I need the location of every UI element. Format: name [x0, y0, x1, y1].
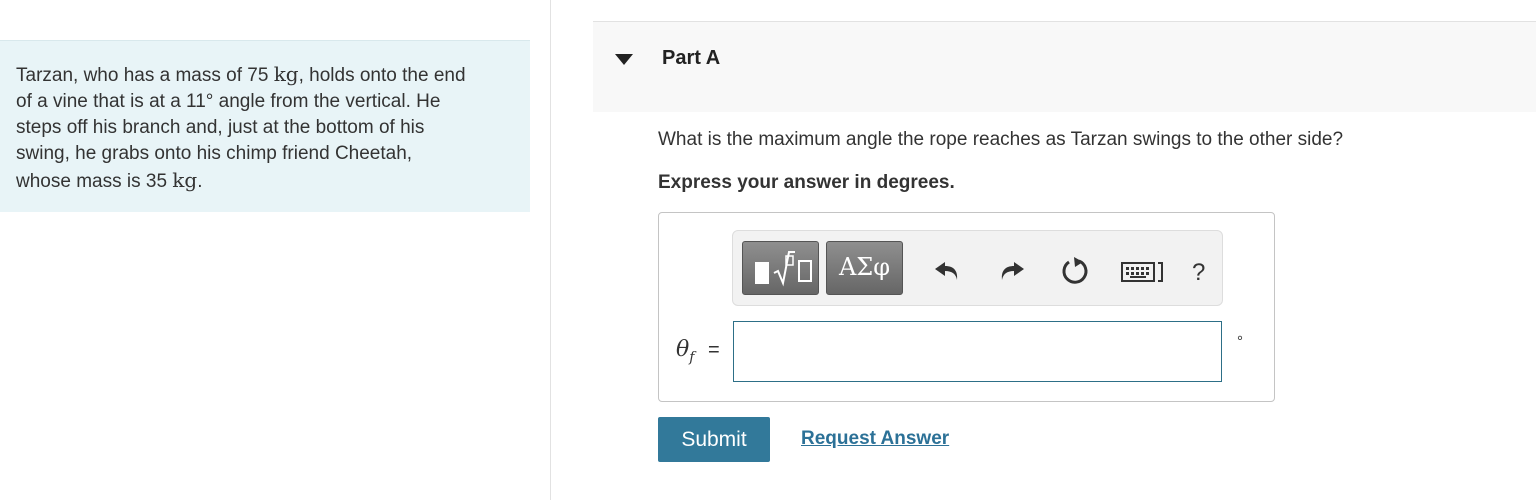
greek-symbols-icon: ΑΣφ: [838, 253, 891, 281]
answer-instruction: Express your answer in degrees.: [658, 172, 955, 193]
answer-box: ΑΣφ ? θf = °: [658, 212, 1275, 402]
question-text: What is the maximum angle the rope reach…: [658, 129, 1344, 150]
answer-unit: °: [1237, 333, 1243, 350]
radical-icon: [773, 251, 795, 287]
equals-sign: =: [708, 339, 720, 361]
math-toolbar: ΑΣφ ?: [732, 230, 1223, 306]
problem-pane: Tarzan, who has a mass of 75 kg, holds o…: [0, 0, 551, 500]
request-answer-link[interactable]: Request Answer: [801, 428, 949, 450]
reset-icon[interactable]: [1059, 255, 1089, 285]
part-header[interactable]: Part A: [593, 21, 1536, 112]
problem-statement: Tarzan, who has a mass of 75 kg, holds o…: [0, 40, 530, 212]
unit-kg: kg: [273, 62, 299, 86]
keyboard-icon[interactable]: [1121, 260, 1165, 284]
template-box-icon: [798, 260, 812, 282]
undo-icon[interactable]: [932, 255, 962, 285]
submit-button[interactable]: Submit: [658, 417, 770, 462]
help-icon[interactable]: ?: [1192, 259, 1205, 287]
answer-variable-label: θf: [676, 337, 695, 366]
unit-kg: kg: [172, 168, 198, 192]
part-title: Part A: [662, 47, 721, 69]
template-square-icon: [755, 262, 769, 284]
redo-icon[interactable]: [997, 255, 1027, 285]
collapse-caret-icon[interactable]: [615, 54, 633, 65]
problem-text: Tarzan, who has a mass of 75 kg, holds o…: [16, 62, 466, 192]
templates-button[interactable]: [742, 241, 819, 295]
symbols-button[interactable]: ΑΣφ: [826, 241, 903, 295]
answer-input[interactable]: [733, 321, 1222, 382]
